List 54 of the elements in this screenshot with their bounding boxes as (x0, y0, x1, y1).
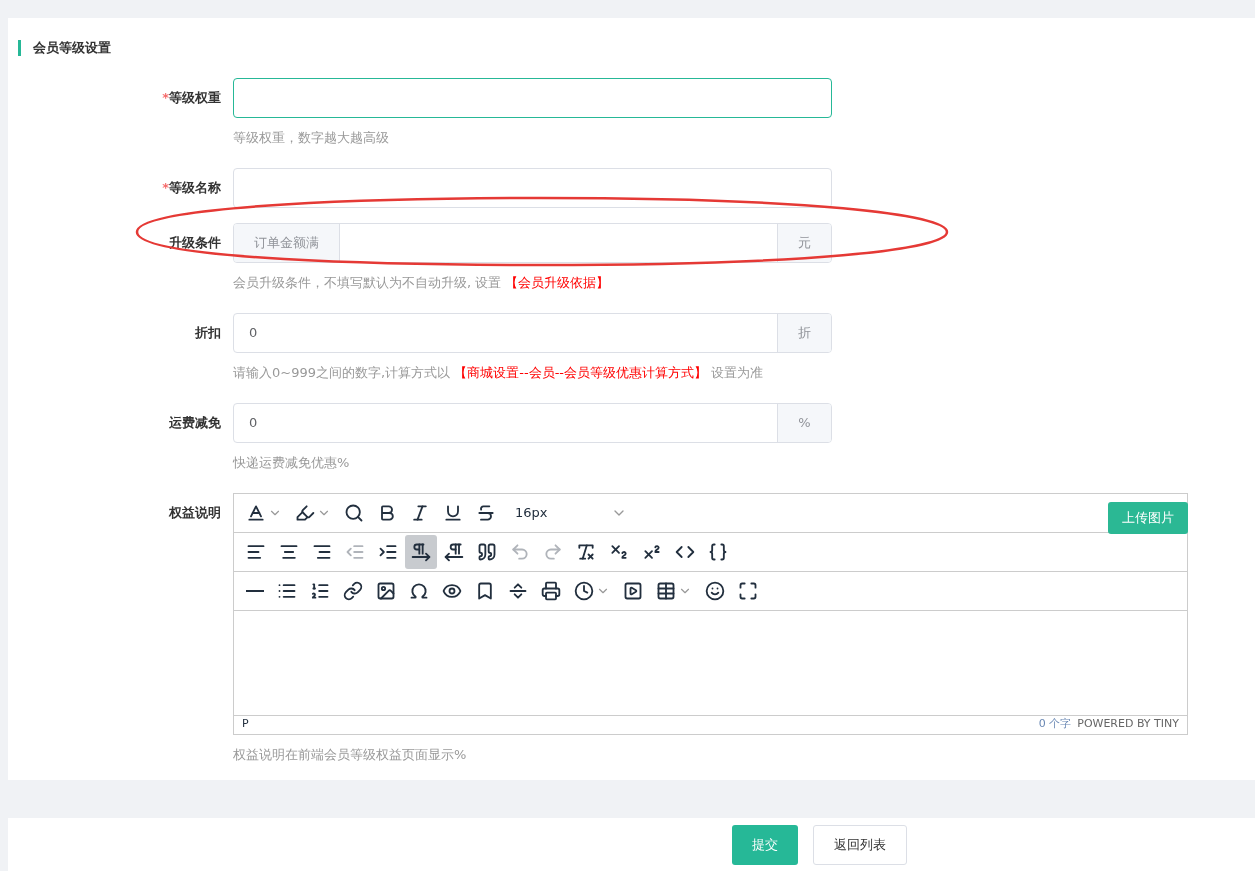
section-title: 会员等级设置 (33, 39, 111, 57)
font-size-select[interactable]: 16px (511, 495, 631, 530)
table-icon (656, 580, 676, 601)
braces-icon (708, 541, 728, 562)
strikethrough-icon (476, 502, 496, 523)
undo-icon (510, 541, 530, 562)
input-prefix: 订单金额满 (234, 223, 340, 262)
input-field[interactable]: 0 折 (233, 312, 832, 353)
input-field[interactable] (233, 77, 832, 118)
image-icon (376, 580, 396, 601)
help-link[interactable]: 【会员升级依据】 (505, 274, 610, 290)
help-link[interactable]: 【商城设置--会员--会员等级优惠计算方式】 (454, 364, 707, 380)
branding-text: POWERED BY TINY (1077, 716, 1179, 733)
help-text: 等级权重，数字越大越高级 (233, 128, 390, 147)
field-label: 折扣 (195, 323, 221, 342)
input-field[interactable]: 订单金额满 元 (233, 222, 832, 263)
input-suffix: % (777, 403, 831, 442)
highlighter-icon (295, 502, 315, 523)
media-icon (623, 580, 643, 601)
link-icon (343, 580, 363, 601)
quote-icon (477, 541, 497, 562)
field-label: 权益说明 (169, 503, 221, 522)
field-label: *等级权重 (162, 88, 221, 107)
numbered-list-icon (310, 580, 330, 601)
field-label: 运费减免 (169, 413, 221, 432)
redo-icon (543, 541, 563, 562)
horizontal-line-icon (246, 589, 264, 592)
italic-icon (410, 502, 430, 523)
submit-button[interactable]: 提交 (732, 824, 798, 865)
upload-image-button[interactable]: 上传图片 (1108, 501, 1188, 534)
word-count: 0 个字 (1038, 716, 1072, 733)
help-text: 会员升级条件，不填写默认为不自动升级, 设置 【会员升级依据】 (233, 273, 611, 292)
pilcrow-right-button[interactable] (405, 534, 437, 569)
search-icon (344, 502, 364, 523)
text-color-icon (246, 502, 266, 523)
help-text: 请输入0~999之间的数字,计算方式以 【商城设置--会员--会员等级优惠计算方式】 设置为准 (233, 363, 765, 382)
fullscreen-icon (738, 580, 758, 601)
field-label: *等级名称 (162, 178, 221, 197)
input-suffix: 元 (777, 223, 831, 262)
pilcrow-right-icon (411, 541, 431, 562)
bookmark-icon (475, 580, 495, 601)
help-text: 快递运费减免优惠% (233, 453, 351, 472)
clear-format-icon (576, 541, 596, 562)
field-value: 0 (249, 323, 258, 342)
field-value: 0 (249, 413, 258, 432)
clock-icon (574, 580, 594, 601)
pilcrow-left-icon (444, 541, 464, 562)
printer-icon (541, 580, 561, 601)
help-text: 权益说明在前端会员等级权益页面显示% (233, 745, 468, 764)
input-suffix: 折 (777, 313, 831, 352)
back-button[interactable]: 返回列表 (813, 824, 907, 865)
smiley-icon (705, 580, 725, 601)
input-field[interactable]: 0 % (233, 402, 832, 443)
element-path: P (242, 716, 249, 733)
